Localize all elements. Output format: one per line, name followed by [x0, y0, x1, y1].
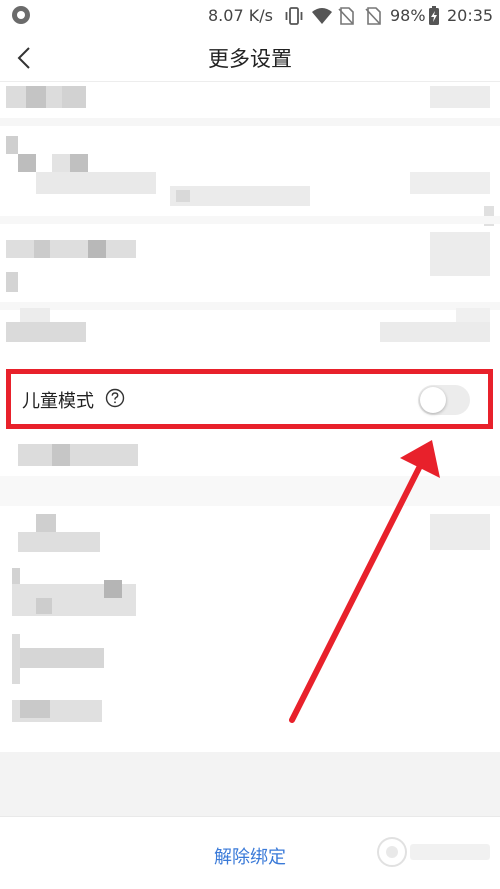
- redacted-block: [18, 444, 138, 466]
- question-circle-icon[interactable]: [105, 388, 125, 408]
- redacted-block: [36, 514, 56, 532]
- redacted-block: [20, 700, 50, 718]
- redacted-block: [170, 186, 310, 206]
- bottom-spacer: [0, 752, 500, 816]
- child-mode-label: 儿童模式: [22, 391, 94, 412]
- no-sim-icon-second: [365, 7, 381, 25]
- redacted-block: [176, 190, 190, 202]
- redacted-block: [6, 272, 18, 292]
- vibrate-icon: [285, 7, 303, 25]
- redacted-block: [6, 322, 86, 342]
- redacted-block: [62, 86, 86, 108]
- status-bar: 8.07 K/s 98% 20:35: [0, 0, 500, 32]
- page-title: 更多设置: [208, 47, 292, 71]
- divider: [0, 216, 500, 224]
- redacted-block: [52, 154, 72, 172]
- redacted-block: [6, 240, 136, 258]
- redacted-block: [6, 136, 18, 154]
- redacted-block: [20, 648, 104, 668]
- redacted-block: [20, 308, 50, 322]
- child-mode-row[interactable]: 儿童模式: [6, 369, 493, 429]
- redacted-block: [70, 154, 88, 172]
- redacted-block: [410, 172, 490, 194]
- redacted-block: [34, 240, 50, 258]
- watermark-logo: [377, 837, 490, 867]
- network-speed: 8.07 K/s: [208, 6, 273, 25]
- redacted-block: [88, 240, 106, 258]
- redacted-block: [36, 172, 156, 194]
- redacted-block: [456, 308, 490, 322]
- divider: [0, 302, 500, 310]
- battery-percent: 98%: [390, 6, 426, 25]
- wifi-icon: [312, 8, 332, 24]
- redacted-block: [12, 634, 20, 684]
- redacted-block: [104, 580, 122, 598]
- redacted-block: [18, 154, 36, 172]
- redacted-block: [430, 232, 490, 276]
- divider: [0, 476, 500, 506]
- top-nav-bar: 更多设置: [0, 32, 500, 82]
- redacted-block: [52, 444, 70, 466]
- clock: 20:35: [447, 6, 494, 25]
- redacted-block: [12, 568, 20, 584]
- divider: [0, 118, 500, 126]
- child-mode-toggle[interactable]: [418, 385, 470, 415]
- redacted-block: [430, 86, 490, 108]
- redacted-block: [430, 514, 490, 550]
- redacted-block: [18, 532, 100, 552]
- redacted-block: [26, 86, 46, 108]
- redacted-block: [380, 322, 490, 342]
- notification-dot-icon: [12, 6, 30, 24]
- redacted-block: [36, 598, 52, 614]
- battery-charging-icon: [429, 6, 439, 25]
- toggle-knob: [420, 387, 446, 413]
